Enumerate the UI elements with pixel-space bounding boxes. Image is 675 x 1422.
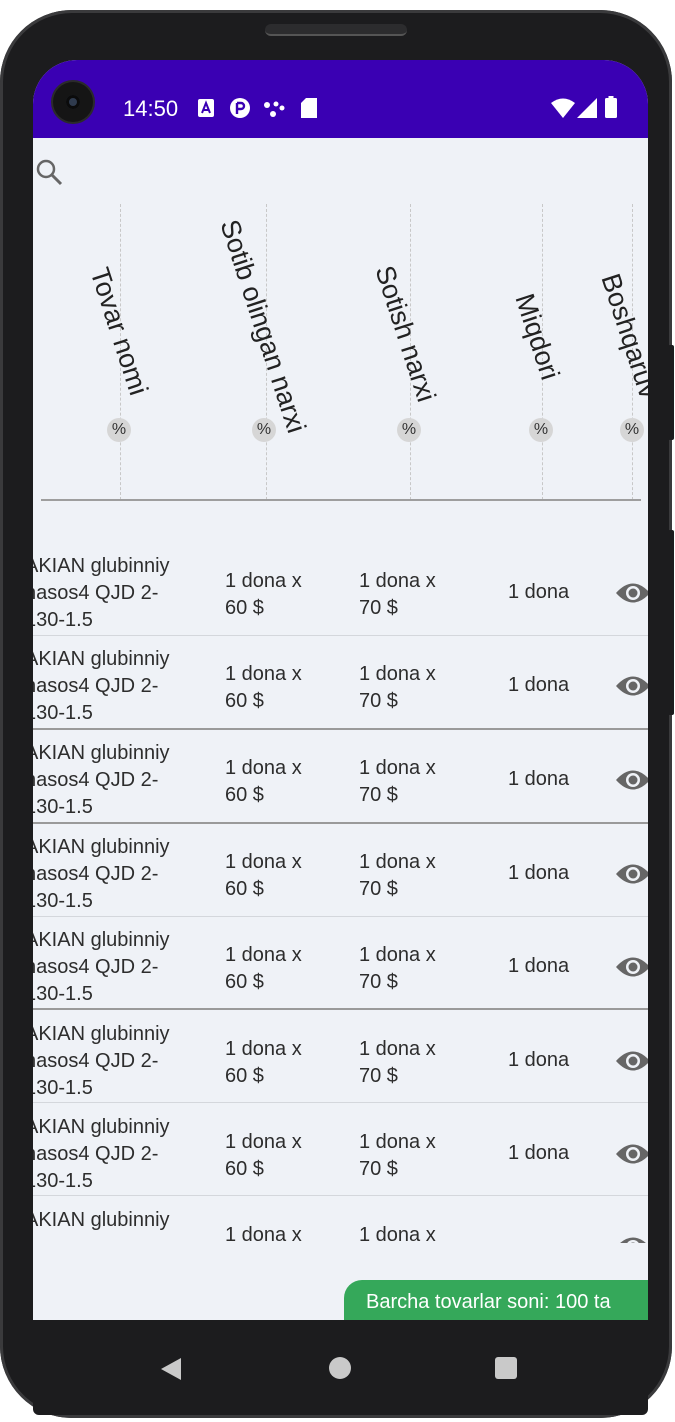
- eye-icon[interactable]: [615, 861, 648, 887]
- table-row[interactable]: AKIAN glubinniy nasos4 QJD 2-130-1.5 1 d…: [33, 1011, 648, 1104]
- back-icon[interactable]: [161, 1358, 181, 1380]
- quantity: 1 dona: [508, 862, 570, 884]
- sale-price: 1 dona x 70 $: [359, 851, 436, 900]
- sort-badge[interactable]: %: [397, 418, 421, 442]
- home-icon[interactable]: [329, 1357, 351, 1379]
- product-name: AKIAN glubinniy nasos4 QJD 2-130-1.5: [33, 742, 170, 818]
- table-row[interactable]: AKIAN glubinniy nasos4 QJD 2-130-1.5 1 d…: [33, 917, 648, 1010]
- purchase-price: 1 dona x: [225, 1224, 302, 1243]
- sort-badge[interactable]: %: [107, 418, 131, 442]
- sort-badge[interactable]: %: [529, 418, 553, 442]
- purchase-price: 1 dona x 60 $: [225, 663, 302, 712]
- earpiece-speaker: [265, 24, 407, 36]
- table-header: Tovar nomi Sotib olingan narxi Sotish na…: [33, 204, 648, 500]
- product-name: AKIAN glubinniy nasos4 QJD 2-130-1.5: [33, 1023, 170, 1099]
- sd-card-icon: [301, 98, 317, 123]
- product-name: AKIAN glubinniy nasos4 QJD 2-130-1.5: [33, 648, 170, 724]
- header-tovar-nomi[interactable]: Tovar nomi: [84, 264, 153, 399]
- header-boshqaruv[interactable]: Boshqaruv: [595, 270, 648, 402]
- eye-icon[interactable]: [615, 954, 648, 980]
- row-divider: [33, 1008, 648, 1010]
- volume-button: [668, 530, 674, 715]
- table-row[interactable]: AKIAN glubinniy nasos4 QJD 2-130-1.5 1 d…: [33, 543, 648, 636]
- table-row[interactable]: AKIAN glubinniy 1 dona x 1 dona x: [33, 1197, 648, 1243]
- sale-price: 1 dona x 70 $: [359, 1131, 436, 1180]
- product-name: AKIAN glubinniy nasos4 QJD 2-130-1.5: [33, 836, 170, 912]
- header-divider: [41, 499, 641, 501]
- total-products-badge: Barcha tovarlar soni: 100 ta: [344, 1280, 648, 1320]
- power-button: [668, 345, 674, 440]
- quantity: 1 dona: [508, 1049, 570, 1071]
- eye-icon[interactable]: [615, 767, 648, 793]
- front-camera: [53, 82, 93, 122]
- sale-price: 1 dona x 70 $: [359, 757, 436, 806]
- eye-icon[interactable]: [615, 1141, 648, 1167]
- purchase-price: 1 dona x 60 $: [225, 851, 302, 900]
- row-divider: [33, 1102, 648, 1103]
- table-row[interactable]: AKIAN glubinniy nasos4 QJD 2-130-1.5 1 d…: [33, 1104, 648, 1197]
- eye-icon[interactable]: [615, 580, 648, 606]
- signal-icon: [577, 98, 597, 123]
- purchase-price: 1 dona x 60 $: [225, 944, 302, 993]
- header-sotish-narxi[interactable]: Sotish narxi: [369, 262, 441, 406]
- quantity: 1 dona: [508, 674, 570, 696]
- quantity: 1 dona: [508, 581, 570, 603]
- table-row[interactable]: AKIAN glubinniy nasos4 QJD 2-130-1.5 1 d…: [33, 824, 648, 917]
- table-row[interactable]: AKIAN glubinniy nasos4 QJD 2-130-1.5 1 d…: [33, 730, 648, 823]
- sale-price: 1 dona x 70 $: [359, 944, 436, 993]
- quantity: 1 dona: [508, 768, 570, 790]
- product-name: AKIAN glubinniy nasos4 QJD 2-130-1.5: [33, 929, 170, 1005]
- purchase-price: 1 dona x 60 $: [225, 1131, 302, 1180]
- table-row[interactable]: AKIAN glubinniy nasos4 QJD 2-130-1.5 1 d…: [33, 636, 648, 729]
- battery-icon: [605, 96, 617, 123]
- sort-badge[interactable]: %: [620, 418, 644, 442]
- a-icon: [198, 99, 214, 122]
- phone-frame: 14:50 Tovar nomi Sotib olingan narxi Sot…: [0, 10, 674, 1418]
- sale-price: 1 dona x 70 $: [359, 570, 436, 619]
- header-sotib-olingan-narxi[interactable]: Sotib olingan narxi: [214, 216, 311, 437]
- sale-price: 1 dona x: [359, 1224, 436, 1243]
- status-bar: 14:50: [33, 60, 648, 138]
- eye-icon[interactable]: [615, 1234, 648, 1243]
- purchase-price: 1 dona x 60 $: [225, 1038, 302, 1087]
- quantity: 1 dona: [508, 955, 570, 977]
- product-name: AKIAN glubinniy nasos4 QJD 2-130-1.5: [33, 1116, 170, 1192]
- sort-badge[interactable]: %: [252, 418, 276, 442]
- eye-icon[interactable]: [615, 673, 648, 699]
- header-miqdori[interactable]: Miqdori: [509, 290, 565, 384]
- purchase-price: 1 dona x 60 $: [225, 757, 302, 806]
- status-time: 14:50: [123, 96, 179, 121]
- dots-icon: [263, 100, 285, 123]
- recents-icon[interactable]: [495, 1357, 517, 1379]
- products-table-screen: Tovar nomi Sotib olingan narxi Sotish na…: [33, 138, 648, 1320]
- eye-icon[interactable]: [615, 1048, 648, 1074]
- row-divider: [33, 1195, 648, 1196]
- purchase-price: 1 dona x 60 $: [225, 570, 302, 619]
- product-name: AKIAN glubinniy: [33, 1209, 170, 1231]
- sale-price: 1 dona x 70 $: [359, 663, 436, 712]
- product-name: AKIAN glubinniy nasos4 QJD 2-130-1.5: [33, 555, 170, 631]
- wifi-icon: [551, 98, 575, 123]
- quantity: 1 dona: [508, 1142, 570, 1164]
- screen: 14:50 Tovar nomi Sotib olingan narxi Sot…: [33, 60, 648, 1415]
- p-icon: [229, 97, 251, 124]
- navigation-bar: [33, 1320, 648, 1415]
- sale-price: 1 dona x 70 $: [359, 1038, 436, 1087]
- search-icon[interactable]: [35, 158, 63, 186]
